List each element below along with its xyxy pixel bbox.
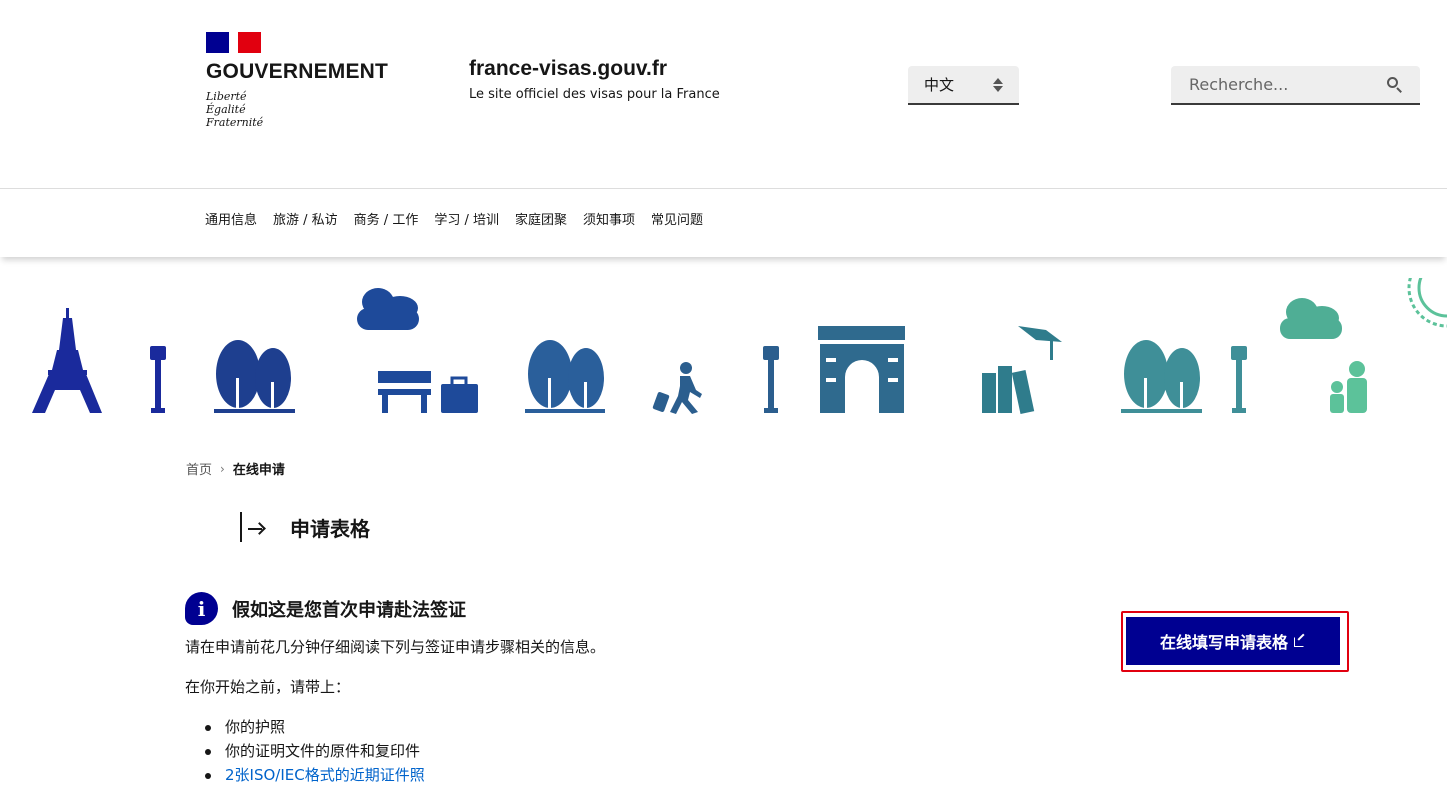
intro-paragraph: 请在申请前花几分钟仔细阅读下列与签证申请步骤相关的信息。 — [185, 638, 606, 656]
street-lamp-icon — [150, 346, 166, 413]
gov-title: GOUVERNEMENT — [206, 60, 389, 83]
photo-requirements-link[interactable]: 2张ISO/IEC格式的近期证件照 — [225, 766, 425, 784]
nav-item-tourism[interactable]: 旅游 / 私访 — [273, 209, 354, 228]
city-illustration-banner — [32, 278, 1447, 414]
nav-item-study[interactable]: 学习 / 培训 — [434, 209, 515, 228]
marianne-flag-icon — [206, 32, 261, 53]
nav-item-faq[interactable]: 常见问题 — [651, 209, 719, 228]
chevron-updown-icon — [993, 77, 1003, 92]
breadcrumb-home-link[interactable]: 首页 — [186, 459, 212, 478]
arc-de-triomphe-icon — [818, 326, 905, 413]
language-value: 中文 — [924, 76, 955, 94]
eiffel-tower-icon — [32, 308, 102, 413]
bring-paragraph: 在你开始之前，请带上： — [185, 678, 351, 696]
language-select[interactable]: 中文 — [908, 66, 1019, 105]
nav-item-notices[interactable]: 须知事项 — [583, 209, 651, 228]
government-logo[interactable]: GOUVERNEMENT Liberté Égalité Fraternité — [206, 32, 389, 129]
street-lamp-icon — [763, 346, 779, 413]
info-heading: 假如这是您首次申请赴法签证 — [232, 599, 466, 621]
bench-icon — [378, 371, 431, 413]
cta-label: 在线填写申请表格 — [1159, 633, 1288, 652]
trees-icon — [525, 340, 605, 413]
info-icon: i — [185, 592, 218, 625]
main-nav: 通用信息 旅游 / 私访 商务 / 工作 学习 / 培训 家庭团聚 须知事项 常… — [0, 188, 1447, 257]
cloud-icon — [1280, 298, 1342, 339]
site-name: france-visas.gouv.fr — [469, 57, 668, 80]
requirements-list: 你的护照 你的证明文件的原件和复印件 2张ISO/IEC格式的近期证件照 — [205, 715, 425, 787]
list-item: 你的护照 — [205, 715, 425, 739]
info-heading-block: i 假如这是您首次申请赴法签证 — [185, 592, 466, 625]
trees-icon — [1121, 340, 1202, 413]
trees-icon — [214, 340, 295, 413]
fill-online-form-button[interactable]: 在线填写申请表格 — [1126, 617, 1340, 665]
page-title: 申请表格 — [290, 516, 370, 541]
republic-motto: Liberté Égalité Fraternité — [206, 90, 264, 129]
list-item: 2张ISO/IEC格式的近期证件照 — [205, 763, 425, 787]
breadcrumb-separator-icon: › — [220, 461, 225, 476]
nav-item-business[interactable]: 商务 / 工作 — [354, 209, 435, 228]
nav-item-family[interactable]: 家庭团聚 — [515, 209, 583, 228]
street-lamp-icon — [1231, 346, 1247, 413]
traveler-icon — [652, 362, 702, 414]
books-icon — [982, 326, 1062, 414]
site-header: GOUVERNEMENT Liberté Égalité Fraternité … — [0, 0, 1447, 188]
search-input[interactable] — [1189, 75, 1369, 94]
briefcase-icon — [441, 376, 478, 413]
arrow-right-icon — [240, 512, 266, 542]
list-item: 你的证明文件的原件和复印件 — [205, 739, 425, 763]
breadcrumb-current: 在线申请 — [232, 463, 285, 478]
site-brand[interactable]: france-visas.gouv.fr Le site officiel de… — [469, 57, 720, 102]
cloud-icon — [357, 288, 419, 330]
nav-item-general-info[interactable]: 通用信息 — [205, 209, 273, 228]
search-icon[interactable] — [1387, 77, 1402, 93]
site-tagline: Le site officiel des visas pour la Franc… — [469, 87, 720, 102]
family-icon — [1330, 361, 1367, 413]
page-title-block: 申请表格 — [240, 512, 370, 542]
decorative-sun-icon — [1407, 278, 1447, 328]
external-link-icon — [1294, 633, 1306, 647]
breadcrumb: 首页 › 在线申请 — [186, 459, 285, 479]
search-box — [1171, 66, 1420, 105]
